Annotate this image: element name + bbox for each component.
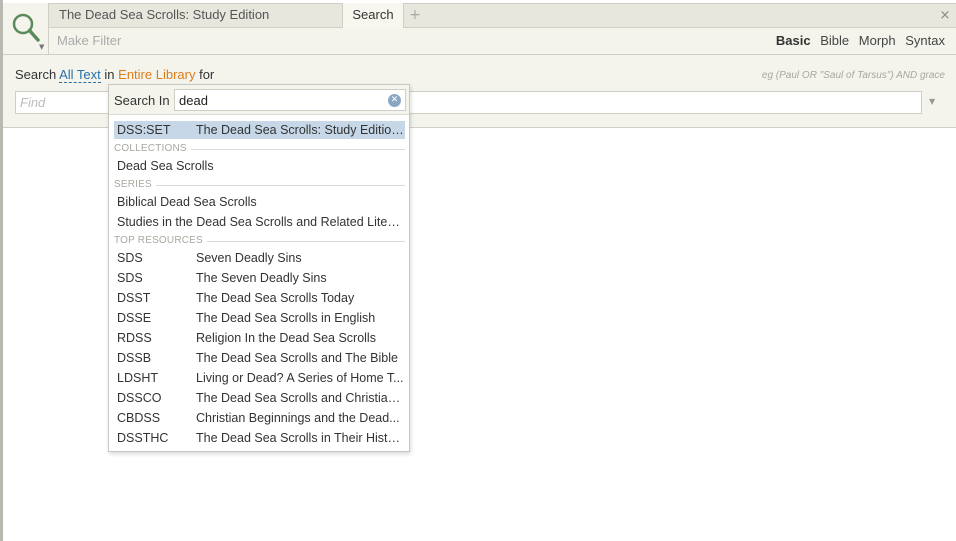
list-item[interactable]: LDSHT Living or Dead? A Series of Home T… [114, 369, 405, 387]
search-example: eg (Paul OR "Saul of Tarsus") AND grace [761, 70, 945, 81]
series-title: Biblical Dead Sea Scrolls [117, 195, 257, 209]
resource-title: The Dead Sea Scrolls Today [196, 291, 355, 305]
mode-basic[interactable]: Basic [776, 33, 811, 48]
resource-abbr: DSSE [117, 311, 152, 325]
search-mode-tabs: Basic Bible Morph Syntax [770, 33, 945, 48]
list-item[interactable]: CBDSS Christian Beginnings and the Dead.… [114, 409, 405, 427]
resource-title: The Dead Sea Scrolls: Study Edition... [196, 123, 404, 137]
resource-abbr: RDSS [117, 331, 152, 345]
resource-title: The Dead Sea Scrolls in Their Histo... [196, 431, 404, 445]
make-filter-button[interactable]: Make Filter [57, 33, 121, 48]
list-item[interactable]: RDSS Religion In the Dead Sea Scrolls [114, 329, 405, 347]
in-label: in [104, 67, 115, 82]
resource-abbr: CBDSS [117, 411, 161, 425]
list-item[interactable]: DSST The Dead Sea Scrolls Today [114, 289, 405, 307]
resource-title: The Seven Deadly Sins [196, 271, 327, 285]
list-item[interactable]: DSSB The Dead Sea Scrolls and The Bible [114, 349, 405, 367]
resource-abbr: SDS [117, 271, 143, 285]
search-panel-button[interactable]: ▼ [3, 3, 49, 55]
add-tab-icon[interactable]: + [408, 3, 422, 28]
list-item[interactable]: DSSE The Dead Sea Scrolls in English [114, 309, 405, 327]
list-item[interactable]: DSSCO The Dead Sea Scrolls and Christian… [114, 389, 405, 407]
section-series: SERIES [114, 179, 405, 191]
resource-title: The Dead Sea Scrolls and Christian... [196, 391, 404, 405]
clear-icon[interactable]: ✕ [388, 94, 401, 107]
resource-title: Seven Deadly Sins [196, 251, 302, 265]
for-label: for [199, 67, 215, 82]
list-item[interactable]: Biblical Dead Sea Scrolls [114, 193, 405, 211]
close-icon[interactable]: × [938, 3, 952, 28]
resource-title: Religion In the Dead Sea Scrolls [196, 331, 376, 345]
resource-title: The Dead Sea Scrolls in English [196, 311, 376, 325]
resource-abbr: SDS [117, 251, 143, 265]
mode-morph[interactable]: Morph [859, 33, 896, 48]
mode-bible[interactable]: Bible [820, 33, 849, 48]
list-item[interactable]: DSS:SET The Dead Sea Scrolls: Study Edit… [114, 121, 405, 139]
resource-abbr: DSSB [117, 351, 152, 365]
search-prefix: Search [15, 67, 57, 82]
list-item[interactable]: SDS The Seven Deadly Sins [114, 269, 405, 287]
search-in-dropdown: Search In dead ✕ DSS:SET The Dead Sea Sc… [108, 84, 410, 452]
list-item[interactable]: SDS Seven Deadly Sins [114, 249, 405, 267]
search-in-input[interactable]: dead [174, 89, 406, 111]
resource-title: The Dead Sea Scrolls and The Bible [196, 351, 398, 365]
list-item[interactable]: Studies in the Dead Sea Scrolls and Rela… [114, 213, 405, 231]
section-collections: COLLECTIONS [114, 143, 405, 155]
search-query-line: Search All Text in Entire Library for [15, 67, 215, 83]
section-top-resources: TOP RESOURCES [114, 235, 405, 247]
resource-title: Living or Dead? A Series of Home T... [196, 371, 404, 385]
chevron-down-icon: ▼ [39, 43, 45, 51]
chevron-down-icon[interactable]: ▼ [929, 97, 935, 106]
search-in-label: Search In [114, 93, 170, 108]
resource-abbr: DSSCO [117, 391, 162, 405]
magnifier-icon [12, 13, 40, 42]
series-title: Studies in the Dead Sea Scrolls and Rela… [117, 215, 402, 229]
library-dropdown[interactable]: Entire Library [118, 67, 195, 82]
resource-abbr: DSS:SET [117, 123, 171, 137]
tab-resource[interactable]: The Dead Sea Scrolls: Study Edition (Tra… [49, 3, 343, 46]
dropdown-header: Search In dead ✕ [109, 85, 409, 115]
collection-title: Dead Sea Scrolls [117, 159, 214, 173]
resource-abbr: LDSHT [117, 371, 158, 385]
resource-abbr: DSSTHC [117, 431, 169, 445]
list-item[interactable]: Dead Sea Scrolls [114, 157, 405, 175]
list-item[interactable]: DSSTHC The Dead Sea Scrolls in Their His… [114, 429, 405, 447]
tab-search[interactable]: Search [343, 3, 404, 29]
resource-title: Christian Beginnings and the Dead... [196, 411, 400, 425]
resource-abbr: DSST [117, 291, 151, 305]
scope-dropdown[interactable]: All Text [59, 67, 101, 83]
mode-syntax[interactable]: Syntax [905, 33, 945, 48]
